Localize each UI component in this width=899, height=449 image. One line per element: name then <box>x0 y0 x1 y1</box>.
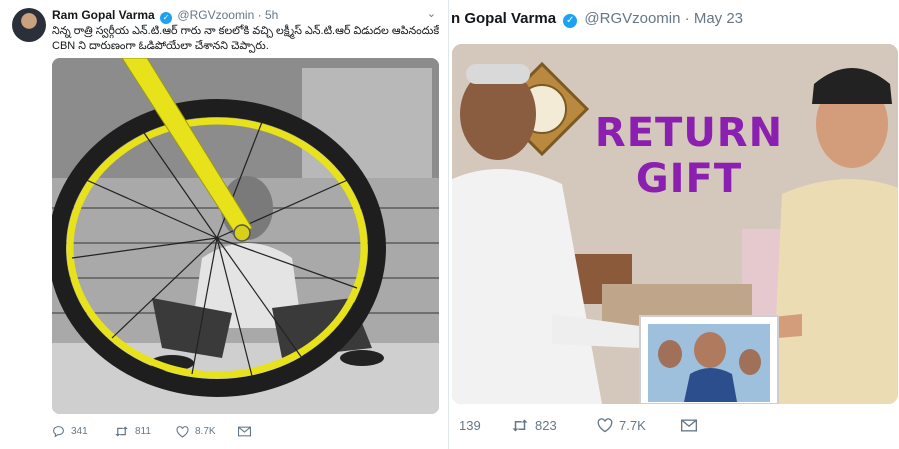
dm-button[interactable] <box>238 426 251 437</box>
retweet-button[interactable]: 823 <box>511 418 597 433</box>
tweet-header: n Gopal Varma ✓ @RGVzoomin · May 23 <box>451 10 743 28</box>
retweet-icon <box>511 418 529 433</box>
display-name[interactable]: n Gopal Varma <box>451 10 556 27</box>
envelope-icon <box>681 419 697 432</box>
tweet-header: Ram Gopal Varma ✓ @RGVzoomin · 5h <box>52 8 278 24</box>
separator-dot: · <box>684 10 694 27</box>
tweet-text: నిన్న రాత్రి స్వర్గీయ ఎన్.టి.ఆర్ గారు నా… <box>52 25 440 52</box>
photo-two-men-gift <box>452 44 898 404</box>
tweet-photo[interactable]: RETURN GIFT <box>452 44 898 404</box>
envelope-icon <box>238 426 251 437</box>
tweet-actions: 341 811 8.7K <box>52 425 251 438</box>
retweet-count: 811 <box>135 426 151 437</box>
caption-line-2: GIFT <box>635 156 743 202</box>
like-button[interactable]: 7.7K <box>597 418 681 433</box>
avatar[interactable] <box>12 8 46 42</box>
retweet-icon <box>114 425 129 438</box>
handle[interactable]: @RGVzoomin <box>177 8 254 22</box>
dm-button[interactable] <box>681 419 697 432</box>
tweet-actions: 139 823 7.7K <box>459 418 697 433</box>
reply-count: 341 <box>71 426 88 437</box>
timestamp[interactable]: May 23 <box>694 10 743 27</box>
handle[interactable]: @RGVzoomin <box>584 10 680 27</box>
heart-icon <box>176 425 189 438</box>
reply-button[interactable]: 341 <box>52 425 114 438</box>
tweet-photo[interactable] <box>52 58 439 414</box>
like-count: 7.7K <box>619 418 646 433</box>
like-button[interactable]: 8.7K <box>176 425 238 438</box>
image-caption: RETURN GIFT <box>584 110 794 202</box>
timestamp[interactable]: 5h <box>265 8 278 22</box>
reply-icon <box>52 425 65 438</box>
separator-dot: · <box>257 8 265 22</box>
display-name[interactable]: Ram Gopal Varma <box>52 8 155 22</box>
verified-badge-icon: ✓ <box>160 12 173 24</box>
reply-count: 139 <box>459 418 481 433</box>
reply-button[interactable]: 139 <box>459 418 511 433</box>
right-tweet: n Gopal Varma ✓ @RGVzoomin · May 23 RETU… <box>451 0 899 449</box>
chevron-down-icon[interactable]: ⌄ <box>427 7 436 20</box>
retweet-button[interactable]: 811 <box>114 425 176 438</box>
like-count: 8.7K <box>195 426 216 437</box>
photo-bicycle-wheel <box>52 58 439 414</box>
left-tweet: Ram Gopal Varma ✓ @RGVzoomin · 5h ⌄ నిన్… <box>0 0 449 449</box>
heart-icon <box>597 418 613 433</box>
retweet-count: 823 <box>535 418 557 433</box>
caption-line-1: RETURN <box>594 110 784 156</box>
verified-badge-icon: ✓ <box>563 14 578 28</box>
